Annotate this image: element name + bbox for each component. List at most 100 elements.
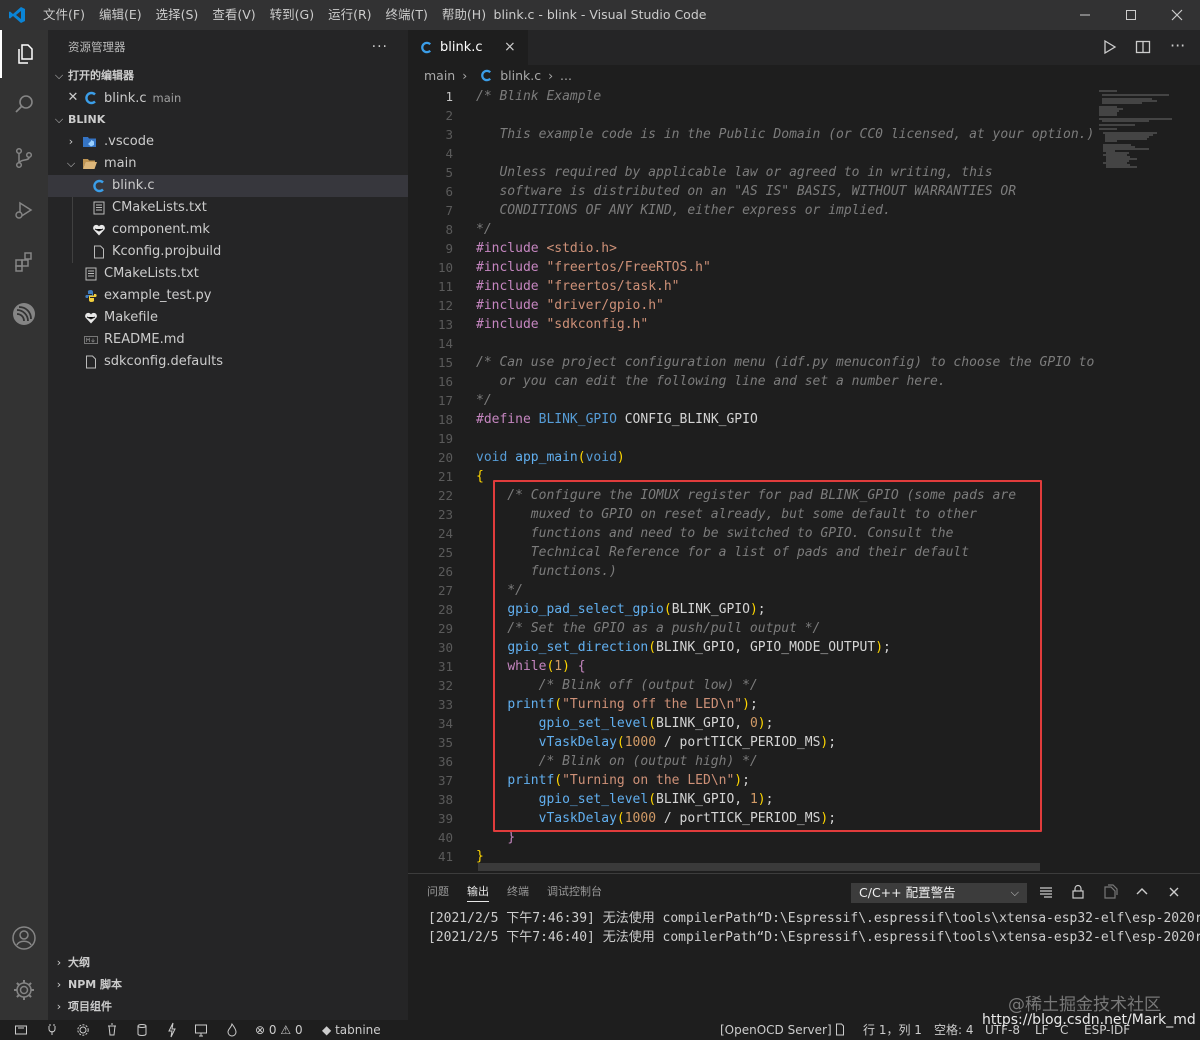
code-line[interactable]: vTaskDelay(1000 / portTICK_PERIOD_MS); <box>476 809 836 828</box>
code-line[interactable]: #include <stdio.h> <box>476 239 617 258</box>
split-editor-icon[interactable] <box>1134 38 1152 56</box>
monitor-icon[interactable] <box>194 1020 208 1040</box>
tree-item-cmakelists-root[interactable]: CMakeLists.txt <box>48 263 408 285</box>
code-line[interactable]: */ <box>476 220 492 239</box>
tree-item-vscode[interactable]: › .vscode <box>48 131 408 153</box>
code-line[interactable]: functions.) <box>476 562 617 581</box>
menu-item[interactable]: 编辑(E) <box>92 0 149 30</box>
tree-item-component-mk[interactable]: component.mk <box>48 219 408 241</box>
indentation[interactable]: 空格: 4 <box>934 1020 974 1040</box>
espressif-icon[interactable] <box>0 290 48 338</box>
code-line[interactable]: gpio_set_level(BLINK_GPIO, 1); <box>476 790 774 809</box>
file-icon[interactable] <box>834 1020 846 1040</box>
close-window-button[interactable] <box>1154 0 1200 30</box>
open-editors-section[interactable]: ⌵ 打开的编辑器 <box>48 65 408 87</box>
code-line[interactable]: gpio_pad_select_gpio(BLINK_GPIO); <box>476 600 765 619</box>
code-line[interactable]: #define BLINK_GPIO CONFIG_BLINK_GPIO <box>476 410 758 429</box>
horizontal-scrollbar[interactable] <box>478 863 1040 871</box>
cursor-position[interactable]: 行 1，列 1 <box>863 1020 922 1040</box>
tab-blink-c[interactable]: blink.c × <box>408 30 528 65</box>
close-icon[interactable]: ✕ <box>66 87 80 109</box>
code-line[interactable]: printf("Turning on the LED\n"); <box>476 771 750 790</box>
tabnine-item[interactable]: ◆ tabnine <box>322 1020 381 1040</box>
tree-item-makefile[interactable]: Makefile <box>48 307 408 329</box>
breadcrumb-folder[interactable]: main <box>424 68 455 83</box>
breadcrumb-symbols[interactable]: ... <box>560 68 572 83</box>
minimap[interactable] <box>1097 87 1192 873</box>
trash-icon[interactable] <box>106 1020 118 1040</box>
code-line[interactable]: printf("Turning off the LED\n"); <box>476 695 757 714</box>
tree-item-blink-c[interactable]: blink.c <box>48 175 408 197</box>
maximize-panel-icon[interactable] <box>1134 884 1150 900</box>
output-channel-select[interactable]: C/C++ 配置警告 ⌵ <box>851 883 1027 903</box>
tree-item-example-test[interactable]: example_test.py <box>48 285 408 307</box>
tree-item-readme[interactable]: README.md <box>48 329 408 351</box>
code-line[interactable]: software is distributed on an "AS IS" BA… <box>476 182 1016 201</box>
tab-terminal[interactable]: 终端 <box>498 874 538 909</box>
code-line[interactable]: /* Blink off (output low) */ <box>476 676 758 695</box>
vertical-scrollbar[interactable] <box>1192 87 1200 873</box>
project-section[interactable]: ⌵ BLINK <box>48 109 408 131</box>
tree-item-kconfig[interactable]: Kconfig.projbuild <box>48 241 408 263</box>
more-actions-button[interactable]: ··· <box>372 30 388 65</box>
code-line[interactable]: /* Blink on (output high) */ <box>476 752 758 771</box>
code-line[interactable]: /* Configure the IOMUX register for pad … <box>476 486 1016 505</box>
code-line[interactable]: void app_main(void) <box>476 448 625 467</box>
menu-item[interactable]: 转到(G) <box>263 0 321 30</box>
settings-gear-icon[interactable] <box>0 966 48 1014</box>
code-line[interactable]: #include "freertos/task.h" <box>476 277 680 296</box>
source-control-icon[interactable] <box>0 134 48 182</box>
menu-item[interactable]: 运行(R) <box>321 0 378 30</box>
openocd-server-item[interactable]: [OpenOCD Server] <box>720 1020 832 1040</box>
maximize-button[interactable] <box>1108 0 1154 30</box>
menu-item[interactable]: 终端(T) <box>379 0 435 30</box>
run-debug-icon[interactable] <box>0 186 48 234</box>
code-line[interactable]: #include "driver/gpio.h" <box>476 296 664 315</box>
tab-output[interactable]: 输出 <box>458 874 498 909</box>
close-panel-icon[interactable] <box>1166 884 1182 900</box>
gear-icon[interactable] <box>76 1020 90 1040</box>
open-editor-item[interactable]: ✕ blink.c main <box>48 87 408 109</box>
menu-item[interactable]: 查看(V) <box>205 0 262 30</box>
explorer-icon[interactable] <box>0 30 48 78</box>
plug-icon[interactable] <box>46 1020 58 1040</box>
flame-icon[interactable] <box>226 1020 238 1040</box>
code-line[interactable]: */ <box>476 581 523 600</box>
code-line[interactable]: while(1) { <box>476 657 585 676</box>
code-line[interactable]: gpio_set_direction(BLINK_GPIO, GPIO_MODE… <box>476 638 891 657</box>
tree-item-main[interactable]: ⌵ main <box>48 153 408 175</box>
code-line[interactable]: /* Set the GPIO as a push/pull output */ <box>476 619 820 638</box>
code-line[interactable]: } <box>476 828 515 847</box>
database-icon[interactable] <box>136 1020 148 1040</box>
code-line[interactable]: #include "sdkconfig.h" <box>476 315 648 334</box>
code-line[interactable]: gpio_set_level(BLINK_GPIO, 0); <box>476 714 774 733</box>
run-icon[interactable] <box>1100 38 1118 56</box>
outline-section[interactable]: › 大纲 <box>48 952 408 974</box>
more-actions-icon[interactable]: ··· <box>1170 36 1188 55</box>
code-content[interactable]: /* Blink Example This example code is in… <box>476 87 1176 873</box>
problems-indicator[interactable]: ⊗ 0 ⚠ 0 <box>255 1020 303 1040</box>
account-icon[interactable] <box>0 914 48 962</box>
code-line[interactable]: Technical Reference for a list of pads a… <box>476 543 969 562</box>
breadcrumb-file[interactable]: blink.c <box>500 68 541 83</box>
tree-item-cmakelists-main[interactable]: CMakeLists.txt <box>48 197 408 219</box>
code-line[interactable]: */ <box>476 391 492 410</box>
menu-item[interactable]: 帮助(H) <box>435 0 493 30</box>
remote-icon[interactable] <box>14 1020 28 1040</box>
project-components-section[interactable]: › 项目组件 <box>48 996 408 1018</box>
tab-debug-console[interactable]: 调试控制台 <box>538 874 611 909</box>
flash-icon[interactable] <box>166 1020 178 1040</box>
search-icon[interactable] <box>0 80 48 128</box>
code-line[interactable]: { <box>476 467 484 486</box>
open-in-editor-icon[interactable] <box>1102 884 1118 900</box>
tree-item-sdkconfig-defaults[interactable]: sdkconfig.defaults <box>48 351 408 373</box>
tab-problems[interactable]: 问题 <box>418 874 458 909</box>
menu-item[interactable]: 文件(F) <box>36 0 92 30</box>
menu-item[interactable]: 选择(S) <box>149 0 206 30</box>
code-line[interactable]: or you can edit the following line and s… <box>476 372 945 391</box>
clear-output-icon[interactable] <box>1038 884 1054 900</box>
code-line[interactable]: /* Blink Example <box>476 87 601 106</box>
code-line[interactable]: /* Can use project configuration menu (i… <box>476 353 1110 372</box>
code-line[interactable]: Unless required by applicable law or agr… <box>476 163 992 182</box>
code-line[interactable]: functions and need to be switched to GPI… <box>476 524 954 543</box>
